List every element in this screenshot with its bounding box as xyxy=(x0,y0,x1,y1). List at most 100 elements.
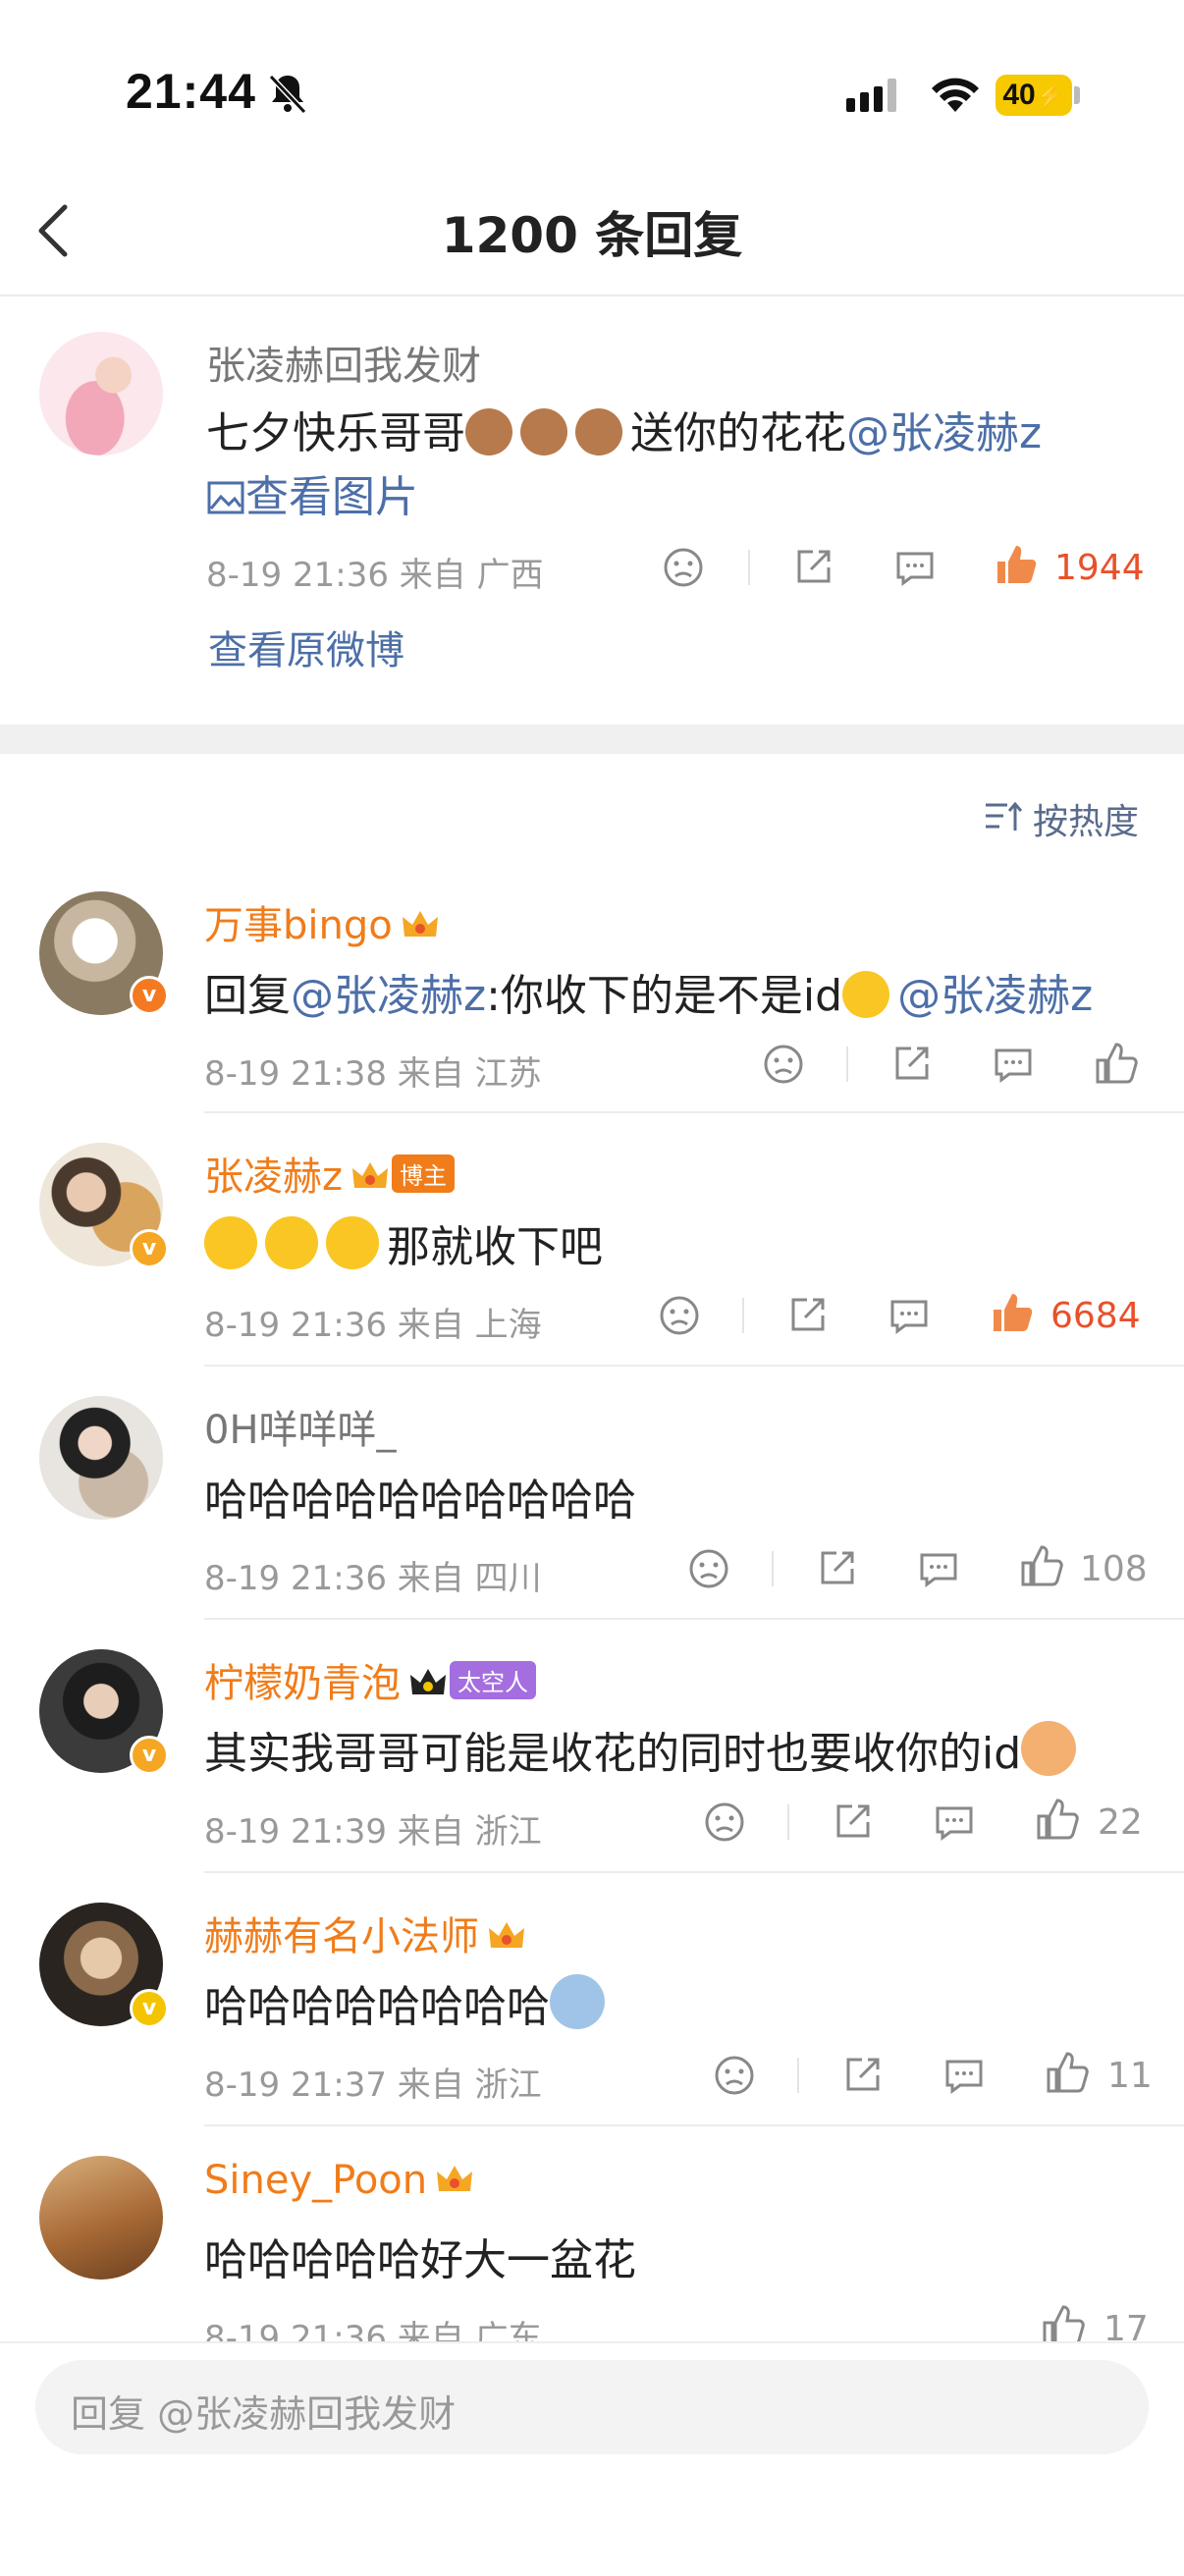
like-count: 1944 xyxy=(1054,548,1145,588)
comment-username[interactable]: 张凌赫z 博主 xyxy=(204,1145,455,1202)
section-divider xyxy=(0,724,1184,754)
view-image-link[interactable]: 查看图片 xyxy=(206,461,418,524)
status-time: 21:44 xyxy=(126,64,256,119)
like-count: 108 xyxy=(1080,1549,1148,1589)
battery-indicator: 40⚡ xyxy=(996,75,1072,116)
action-separator xyxy=(748,550,750,585)
image-icon xyxy=(207,481,244,514)
dog-emoji-icon xyxy=(1021,1721,1077,1776)
share-icon[interactable] xyxy=(791,546,834,589)
comment-meta: 8-19 21:39 来自 浙江 xyxy=(204,1812,542,1852)
like-icon[interactable] xyxy=(1019,1543,1064,1588)
comment-text: 哈哈哈哈哈好大一盆花 xyxy=(204,2235,636,2285)
mention-link[interactable]: @张凌赫z xyxy=(897,971,1093,1021)
share-icon[interactable] xyxy=(840,2054,884,2097)
comment-text: 那就收下吧 xyxy=(204,1211,603,1274)
comment-body: 那就收下吧 xyxy=(387,1222,603,1272)
mention-link[interactable]: @张凌赫z xyxy=(291,971,486,1021)
comment-meta: 8-19 21:38 来自 江苏 xyxy=(204,1054,542,1094)
like-icon[interactable] xyxy=(1035,1797,1080,1842)
share-icon[interactable] xyxy=(889,1043,933,1086)
header-divider xyxy=(0,295,1184,296)
username-text: 张凌赫z xyxy=(204,1154,343,1200)
action-separator xyxy=(787,1804,789,1840)
comment-icon[interactable] xyxy=(888,1294,931,1337)
username-text: 柠檬奶青泡 xyxy=(204,1661,401,1706)
page-title: 1200 条回复 xyxy=(441,207,743,264)
comment-icon[interactable] xyxy=(917,1547,960,1590)
like-icon[interactable] xyxy=(1045,2050,1090,2095)
comment-text: 回复@张凌赫z:你收下的是不是id @张凌赫z xyxy=(204,960,1093,1023)
dislike-face-icon[interactable] xyxy=(658,1294,701,1337)
username-text: 万事bingo xyxy=(204,903,393,948)
space-badge: 太空人 xyxy=(450,1661,536,1699)
shocked-emoji-icon xyxy=(326,1216,379,1269)
like-filled-icon[interactable] xyxy=(990,1290,1035,1335)
share-icon[interactable] xyxy=(815,1547,858,1590)
comment-username[interactable]: 赫赫有名小法师 xyxy=(204,1905,526,1961)
crown-icon xyxy=(437,2166,473,2191)
battery-cap xyxy=(1074,86,1080,104)
dislike-face-icon[interactable] xyxy=(713,2054,756,2097)
comment-text: 哈哈哈哈哈哈哈哈哈哈 xyxy=(204,1476,636,1526)
root-username[interactable]: 张凌赫回我发财 xyxy=(206,334,481,391)
avatar[interactable] xyxy=(39,2156,163,2280)
sort-icon[interactable] xyxy=(984,799,1023,834)
row-divider xyxy=(204,1111,1184,1113)
action-separator xyxy=(772,1551,774,1586)
username-text: 赫赫有名小法师 xyxy=(204,1914,479,1959)
like-count: 11 xyxy=(1107,2056,1153,2096)
crown-icon xyxy=(402,911,438,937)
like-icon[interactable] xyxy=(1094,1041,1139,1086)
comment-icon[interactable] xyxy=(992,1043,1035,1086)
row-divider xyxy=(204,1618,1184,1620)
dislike-face-icon[interactable] xyxy=(687,1547,730,1590)
row-divider xyxy=(204,1871,1184,1873)
comment-username[interactable]: 万事bingo xyxy=(204,893,440,950)
cat-emoji-icon xyxy=(550,1974,605,2029)
crown-icon xyxy=(410,1669,446,1694)
like-count: 22 xyxy=(1098,1802,1143,1843)
root-text-1: 七夕快乐哥哥 xyxy=(206,408,465,458)
comment-icon[interactable] xyxy=(942,2054,986,2097)
comment-icon[interactable] xyxy=(893,546,937,589)
comment-text: 其实我哥哥可能是收花的同时也要收你的id xyxy=(204,1718,1084,1781)
laughing-crying-emoji-icon xyxy=(842,971,890,1018)
shocked-emoji-icon xyxy=(204,1216,257,1269)
avatar[interactable] xyxy=(39,1396,163,1520)
username-text: Siney_Poon xyxy=(204,2158,428,2203)
comment-username[interactable]: Siney_Poon xyxy=(204,2158,474,2203)
dislike-face-icon[interactable] xyxy=(662,546,705,589)
comment-body: 哈哈哈哈哈哈哈哈 xyxy=(204,1982,550,2032)
mute-bell-icon xyxy=(268,74,307,115)
like-filled-icon[interactable] xyxy=(994,542,1039,587)
capybara-emoji-icon xyxy=(520,408,567,456)
verified-badge-icon: v xyxy=(130,1229,169,1268)
comment-meta: 8-19 21:36 来自 上海 xyxy=(204,1306,542,1345)
crown-icon xyxy=(489,1922,524,1948)
share-icon[interactable] xyxy=(831,1800,874,1844)
comment-meta: 8-19 21:36 来自 四川 xyxy=(204,1559,542,1598)
dislike-face-icon[interactable] xyxy=(762,1043,805,1086)
capybara-emoji-icon xyxy=(575,408,622,456)
view-image-label: 查看图片 xyxy=(245,472,418,522)
comment-username[interactable]: 柠檬奶青泡 太空人 xyxy=(204,1651,536,1708)
row-divider xyxy=(204,2124,1184,2126)
avatar[interactable] xyxy=(39,332,163,456)
root-meta: 8-19 21:36 来自 广西 xyxy=(206,556,544,595)
dislike-face-icon[interactable] xyxy=(703,1800,746,1844)
sort-by-hot[interactable]: 按热度 xyxy=(1033,793,1139,844)
comment-icon[interactable] xyxy=(933,1800,976,1844)
verified-badge-icon: v xyxy=(130,976,169,1015)
mention-link[interactable]: @张凌赫z xyxy=(846,408,1042,458)
signal-icon xyxy=(846,79,905,112)
action-separator xyxy=(797,2058,799,2093)
like-count: 6684 xyxy=(1050,1296,1141,1336)
share-icon[interactable] xyxy=(785,1294,829,1337)
crown-icon xyxy=(352,1162,388,1188)
view-original-link[interactable]: 查看原微博 xyxy=(208,618,404,675)
row-divider xyxy=(204,1365,1184,1367)
comment-meta: 8-19 21:37 来自 浙江 xyxy=(204,2066,542,2105)
comment-username[interactable]: 0H咩咩咩_ xyxy=(204,1398,397,1455)
shocked-emoji-icon xyxy=(265,1216,318,1269)
